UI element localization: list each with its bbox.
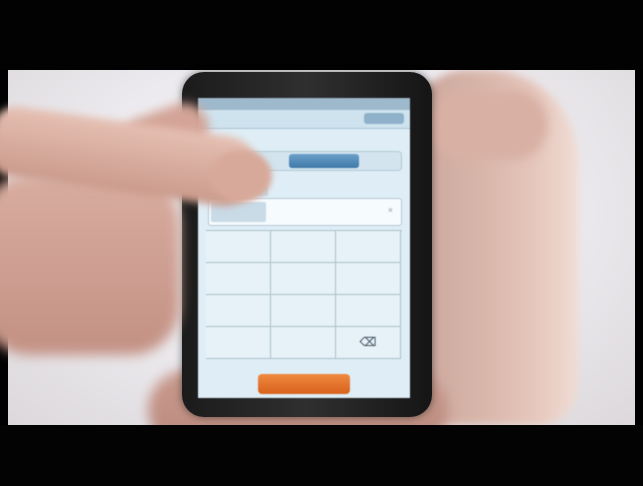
key-9 <box>336 295 401 327</box>
delete-key-icon: ⌫ <box>336 327 401 359</box>
call-button <box>258 374 350 394</box>
key-7 <box>206 295 271 327</box>
clear-icon: × <box>387 205 393 215</box>
key-5 <box>271 263 336 295</box>
segment-right-selected <box>289 154 359 168</box>
nav-button <box>364 113 404 124</box>
key-6 <box>336 263 401 295</box>
key-1 <box>206 231 271 263</box>
key-2 <box>271 231 336 263</box>
nav-bar <box>198 110 410 129</box>
pointing-hand <box>0 175 180 355</box>
key-8 <box>271 295 336 327</box>
key-0 <box>271 327 336 359</box>
letterbox-top <box>0 0 643 70</box>
key-3 <box>336 231 401 263</box>
video-frame: × ⌫ <box>0 0 643 486</box>
finger-tip <box>210 150 272 202</box>
letterbox-bottom <box>0 425 643 486</box>
key-4 <box>206 263 271 295</box>
status-bar <box>198 98 410 110</box>
holding-thumb <box>428 90 548 160</box>
keypad: ⌫ <box>206 230 402 359</box>
key-star <box>206 327 271 359</box>
